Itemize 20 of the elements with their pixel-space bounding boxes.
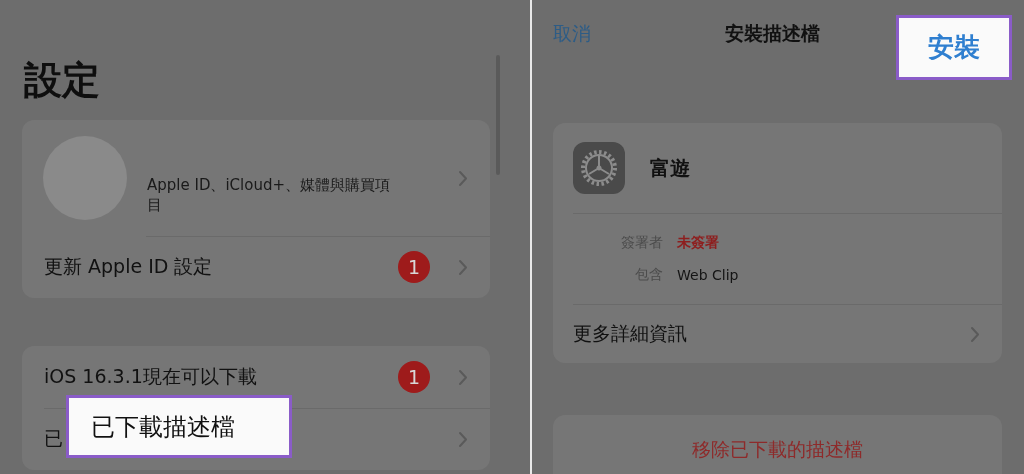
settings-row[interactable]: 更新 Apple ID 設定	[44, 254, 213, 280]
profile-name: 富遊	[650, 154, 690, 182]
more-details-row[interactable]: 更多詳細資訊	[573, 321, 687, 347]
highlight-callout: 已下載描述檔	[66, 395, 292, 458]
account-subtitle[interactable]: Apple ID、iCloud+、媒體與購買項目	[147, 175, 399, 215]
gear-icon	[573, 142, 625, 194]
chevron-icon	[458, 258, 468, 276]
page-title: 設定	[24, 58, 101, 102]
chevron-icon	[458, 368, 468, 386]
chevron-icon	[970, 325, 980, 343]
chevron-icon	[458, 430, 468, 448]
notification-badge: 1	[398, 251, 430, 283]
nav-title: 安裝描述檔	[725, 22, 820, 44]
notification-badge: 1	[398, 361, 430, 393]
chevron-icon	[458, 169, 468, 187]
settings-row[interactable]: 已	[44, 426, 63, 452]
settings-row[interactable]: iOS 16.3.1現在可以下載	[44, 364, 257, 390]
detail-value: Web Clip	[677, 267, 740, 283]
install-button[interactable]: 安裝	[896, 15, 1012, 80]
detail-value: 未簽署	[677, 234, 720, 252]
